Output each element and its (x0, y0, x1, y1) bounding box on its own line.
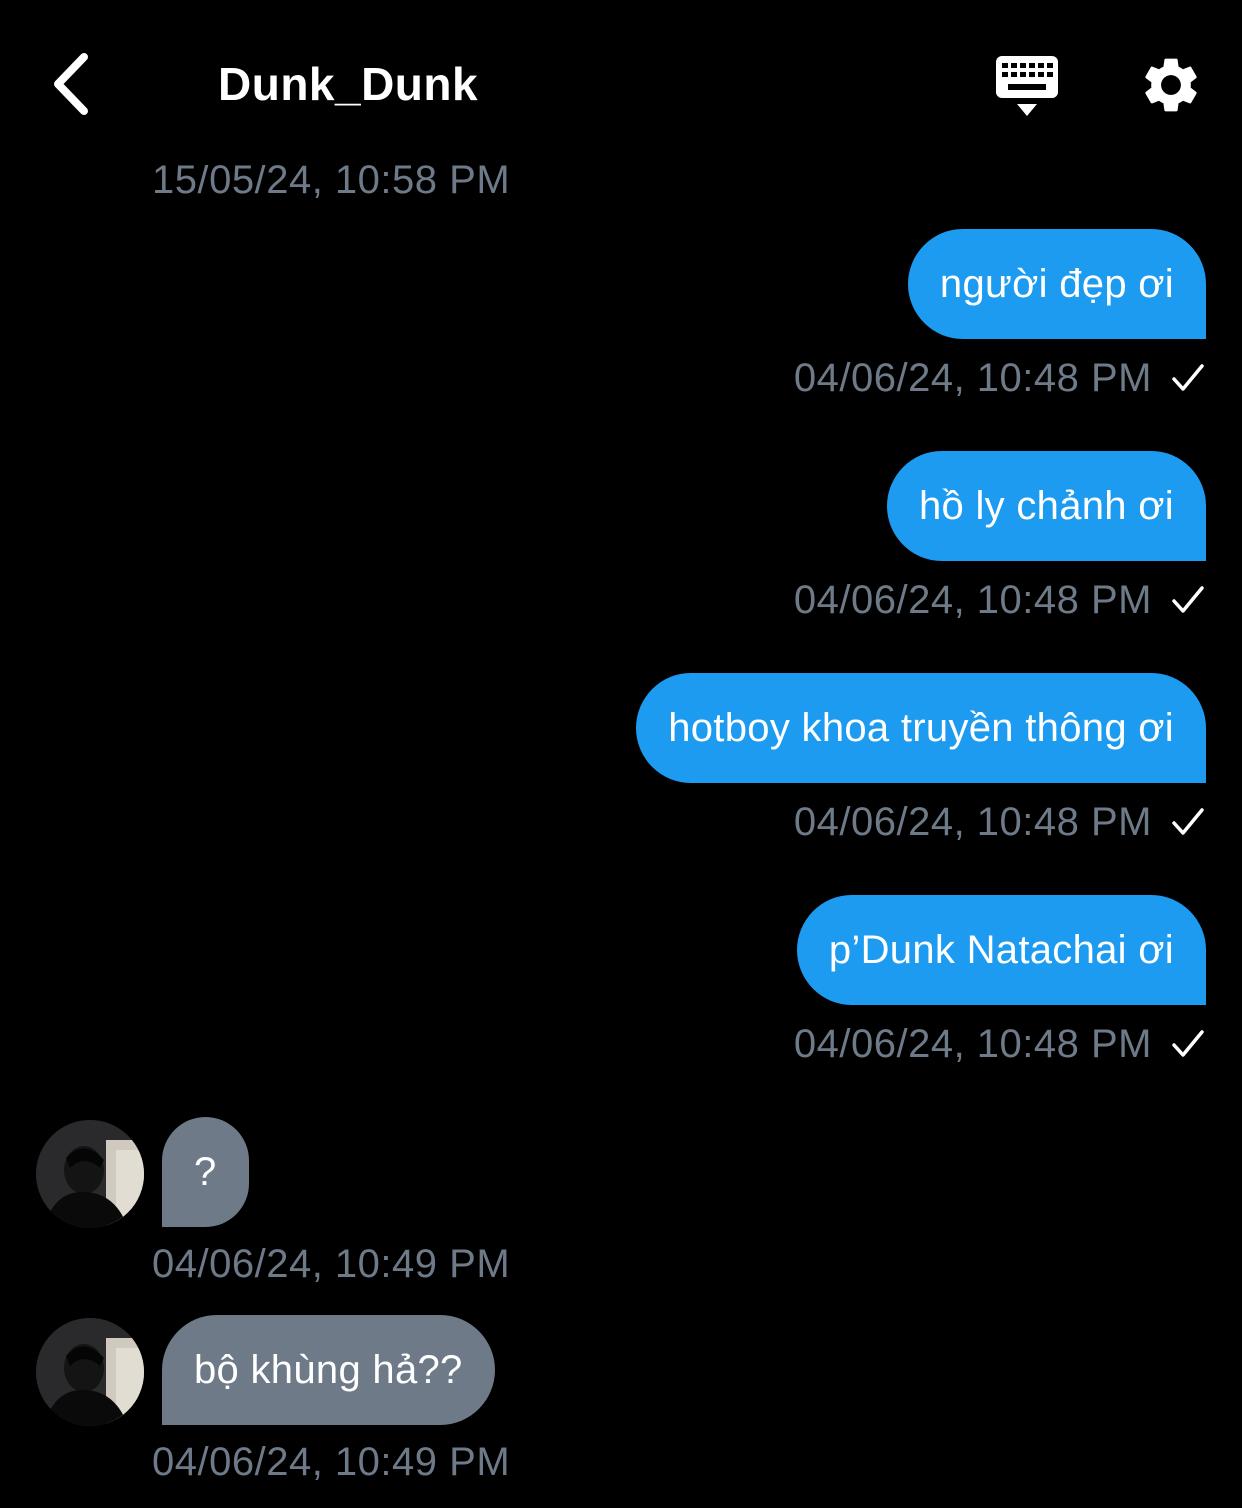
message-timestamp: 04/06/24, 10:48 PM (793, 355, 1152, 400)
incoming-message-bubble[interactable]: ? (162, 1117, 249, 1227)
message-timestamp: 04/06/24, 10:49 PM (152, 1242, 511, 1286)
incoming-message-bubble[interactable]: bộ khùng hả?? (162, 1315, 495, 1425)
profile-photo (36, 1120, 144, 1228)
outgoing-message-bubble[interactable]: p’Dunk Natachai ơi (796, 895, 1206, 1005)
outgoing-message-bubble[interactable]: hồ ly chảnh ơi (886, 451, 1206, 561)
message-meta: 04/06/24, 10:48 PM (794, 350, 1206, 406)
sent-check-icon (1172, 1030, 1204, 1057)
message-meta: 04/06/24, 10:48 PM (794, 1016, 1206, 1072)
keyboard-button[interactable] (990, 52, 1064, 122)
avatar[interactable] (36, 1120, 144, 1228)
profile-photo (36, 1318, 144, 1426)
message-meta: 04/06/24, 10:48 PM (794, 794, 1206, 850)
chat-title: Dunk_Dunk (218, 58, 479, 110)
keyboard-icon (996, 56, 1058, 116)
outgoing-message-bubble[interactable]: người đẹp ơi (907, 229, 1206, 339)
gear-icon (1145, 58, 1197, 112)
back-button[interactable] (40, 48, 100, 120)
message-timestamp: 04/06/24, 10:48 PM (793, 1021, 1152, 1066)
chevron-left-icon (54, 53, 88, 115)
message-timestamp: 04/06/24, 10:48 PM (793, 577, 1152, 622)
settings-button[interactable] (1138, 52, 1204, 118)
message-meta: 04/06/24, 10:48 PM (794, 572, 1206, 628)
outgoing-message-bubble[interactable]: hotboy khoa truyền thông ơi (636, 673, 1206, 783)
chat-header: Dunk_Dunk (0, 0, 1242, 165)
sent-check-icon (1172, 808, 1204, 835)
avatar[interactable] (36, 1318, 144, 1426)
sent-check-icon (1172, 586, 1204, 613)
message-timestamp: 04/06/24, 10:48 PM (793, 799, 1152, 844)
message-timestamp: 04/06/24, 10:49 PM (152, 1440, 511, 1484)
sent-check-icon (1172, 364, 1204, 391)
